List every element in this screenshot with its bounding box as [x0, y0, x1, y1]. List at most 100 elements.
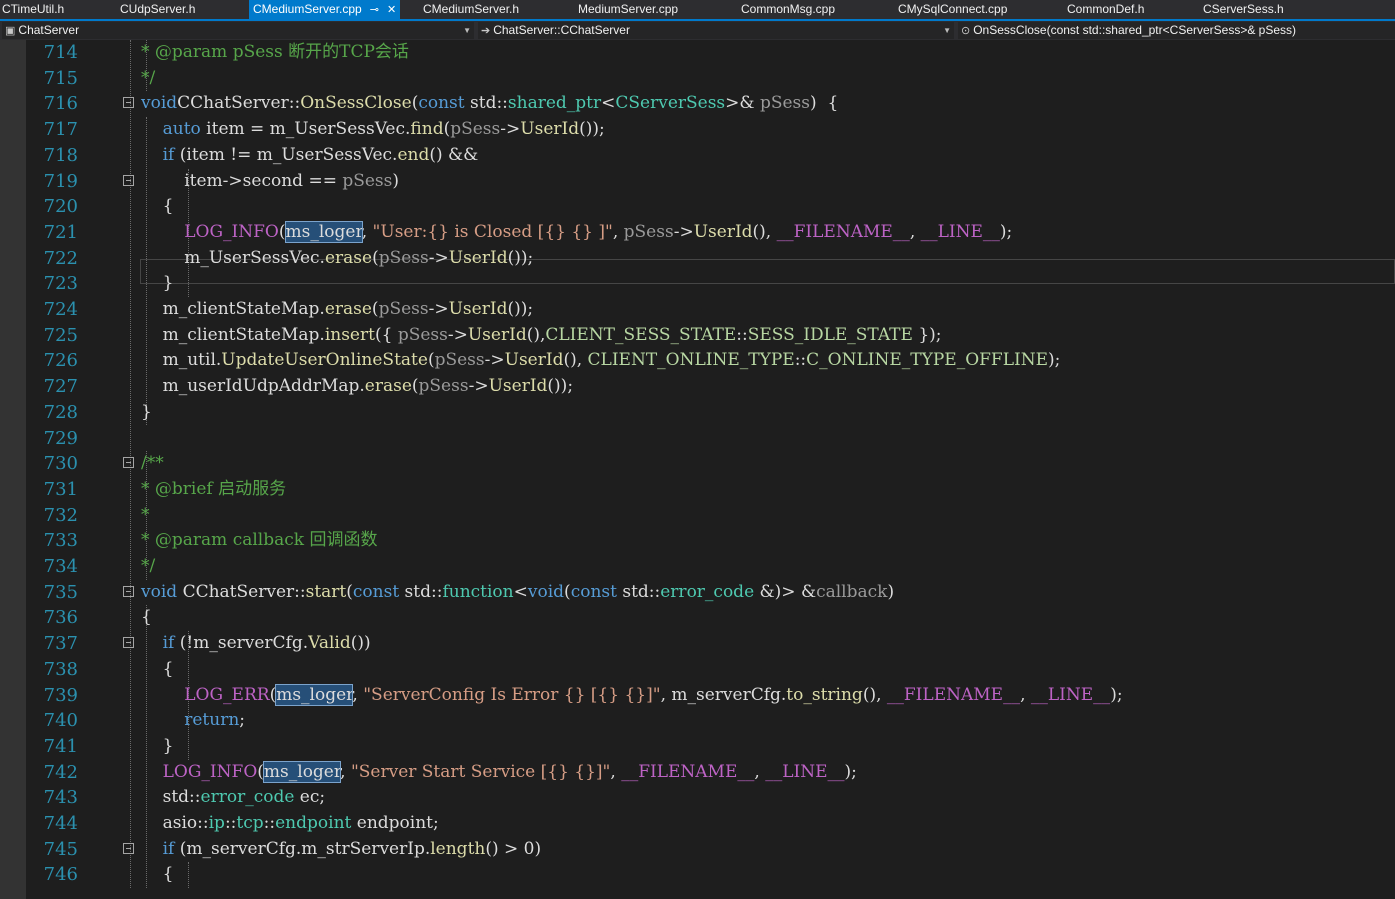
- tab-cmediumserver-cpp[interactable]: CMediumServer.cpp ⊸ ✕: [249, 0, 401, 19]
- code-token: &)> &: [754, 581, 817, 602]
- collapse-icon[interactable]: [123, 637, 134, 649]
- collapse-icon[interactable]: [123, 457, 134, 469]
- code-token: ,: [909, 221, 921, 242]
- code-token: __LINE__: [765, 761, 845, 782]
- code-token: */: [141, 556, 156, 576]
- code-token: shared_ptr: [507, 93, 602, 114]
- code-line: 729: [0, 426, 1395, 452]
- line-number: 736: [43, 607, 78, 629]
- line-number: 733: [43, 530, 78, 552]
- code-token: (: [372, 247, 379, 268]
- tab-commonmsg-cpp[interactable]: CommonMsg.cpp: [741, 0, 835, 19]
- code-token: (: [257, 761, 264, 782]
- code-token: start: [305, 581, 347, 602]
- code-token: ): [392, 170, 400, 191]
- code-token: "ServerConfig Is Error {} [{} {}]": [363, 684, 661, 705]
- code-token: );: [1048, 350, 1061, 371]
- tab-cmediumserver-h[interactable]: CMediumServer.h: [423, 0, 519, 19]
- arrow-right-icon: ➔: [481, 25, 491, 37]
- code-token: function: [442, 581, 514, 602]
- code-token: const: [352, 581, 400, 602]
- code-text: {: [141, 657, 174, 683]
- code-text: LOG_INFO(ms_loger, "Server Start Service…: [141, 760, 857, 786]
- code-token: pSess: [342, 170, 393, 191]
- code-token: CLIENT_SESS_STATE: [545, 324, 737, 345]
- line-number: 724: [43, 299, 78, 320]
- collapse-icon[interactable]: [123, 174, 134, 186]
- code-token: (: [346, 581, 353, 602]
- code-token: UserId: [448, 299, 508, 319]
- tab-cserversess-h[interactable]: CServerSess.h: [1203, 0, 1284, 19]
- pin-icon[interactable]: ⊸: [370, 4, 379, 16]
- code-text: voidCChatServer::OnSessClose(const std::…: [141, 91, 838, 117]
- code-text: * @param callback 回调函数: [141, 528, 377, 554]
- line-number: 730: [43, 453, 78, 475]
- code-token: ) {: [810, 93, 839, 114]
- code-token: ,: [352, 684, 364, 705]
- code-token: ip: [208, 813, 225, 833]
- code-token: find: [410, 119, 444, 140]
- line-number: 714: [43, 42, 78, 63]
- code-line: 742 LOG_INFO(ms_loger, "Server Start Ser…: [0, 760, 1395, 786]
- code-token: () &&: [429, 144, 479, 165]
- code-text: m_clientStateMap.insert({ pSess->UserId(…: [141, 323, 942, 349]
- navigation-bar: ▣ ChatServer ▼ ➔ ChatServer::CChatServer ▼…: [0, 21, 1395, 40]
- line-number: 745: [43, 838, 78, 860]
- code-text: if (m_serverCfg.m_strServerIp.length() >…: [141, 837, 541, 863]
- code-line: 722 m_UserSessVec.erase(pSess->UserId())…: [0, 246, 1395, 272]
- code-line: 738 {: [0, 657, 1395, 683]
- code-token: ,: [612, 221, 624, 242]
- code-token: (: [427, 350, 435, 371]
- tab-mediumserver-cpp[interactable]: MediumServer.cpp: [578, 0, 678, 19]
- collapse-icon[interactable]: [123, 585, 134, 597]
- tab-cmysqlconnect-cpp[interactable]: CMySqlConnect.cpp: [898, 0, 1007, 19]
- tab-label: CommonDef.h: [1067, 2, 1145, 16]
- code-line: 737 if (!m_serverCfg.Valid()): [0, 631, 1395, 657]
- code-token: pSess: [623, 221, 674, 242]
- code-token: UserId: [504, 350, 564, 371]
- line-number: 740: [43, 710, 78, 732]
- collapse-icon[interactable]: [123, 842, 134, 854]
- line-number: 739: [43, 684, 78, 706]
- code-token: <: [601, 93, 616, 114]
- code-token: (: [278, 221, 286, 242]
- code-text: asio::ip::tcp::endpoint endpoint;: [141, 811, 439, 837]
- code-token: asio::: [141, 813, 209, 833]
- code-text: }: [141, 271, 174, 297]
- code-line: 716 voidCChatServer::OnSessClose(const st…: [0, 91, 1395, 117]
- code-token: __FILENAME__: [621, 761, 755, 782]
- line-number: 715: [43, 67, 78, 89]
- member-dropdown[interactable]: ⊙ OnSessClose(const std::shared_ptr<CServ…: [958, 22, 1395, 39]
- code-text: *: [141, 503, 150, 529]
- code-token: (),: [862, 684, 887, 705]
- code-token: UserId: [488, 376, 548, 397]
- project-dropdown[interactable]: ▣ ChatServer ▼: [2, 22, 474, 39]
- code-line: 719 item->second == pSess): [0, 169, 1395, 195]
- collapse-icon[interactable]: [123, 97, 134, 109]
- code-text: }: [141, 734, 174, 760]
- tab-cudpserver-h[interactable]: CUdpServer.h: [120, 0, 195, 19]
- close-icon[interactable]: ✕: [387, 4, 396, 16]
- code-token: length: [430, 838, 486, 859]
- code-token: *: [141, 504, 150, 525]
- code-token: );: [1110, 684, 1123, 705]
- code-token: (!m_serverCfg.: [174, 633, 309, 654]
- code-editor[interactable]: 714 * @param pSess 断开的TCP会话 715 */ 716 voidCC…: [0, 40, 1395, 899]
- code-line: 714 * @param pSess 断开的TCP会话: [0, 40, 1395, 66]
- code-token: pSess: [378, 247, 429, 268]
- highlighted-reference: ms_loger: [275, 683, 354, 706]
- tab-label: CMySqlConnect.cpp: [898, 2, 1008, 16]
- code-line: 743 std::error_code ec;: [0, 785, 1395, 811]
- tab-ctimeutil-h[interactable]: CTimeUtil.h: [2, 0, 64, 19]
- tab-label: CTimeUtil.h: [2, 2, 65, 16]
- code-line: 741 }: [0, 734, 1395, 760]
- code-text: m_util.UpdateUserOnlineState(pSess->User…: [141, 348, 1061, 374]
- scope-dropdown[interactable]: ➔ ChatServer::CChatServer ▼: [478, 22, 954, 39]
- tab-label: CUdpServer.h: [120, 2, 196, 16]
- code-token: ->: [484, 350, 505, 371]
- line-number: 725: [43, 324, 78, 346]
- tab-commondef-h[interactable]: CommonDef.h: [1067, 0, 1144, 19]
- code-token: CChatServer::: [177, 581, 306, 602]
- code-token: }: [141, 273, 174, 294]
